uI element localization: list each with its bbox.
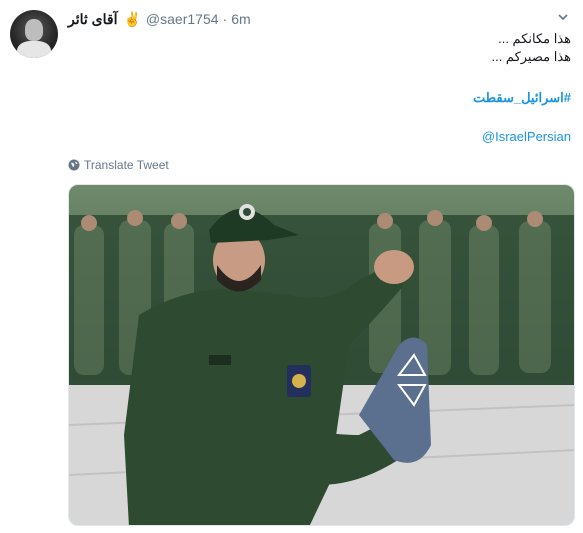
victory-hand-icon: ✌ — [123, 10, 141, 27]
translate-tweet-label: Translate Tweet — [84, 158, 169, 172]
separator-dot: · — [222, 11, 228, 27]
avatar-shirt — [17, 41, 51, 58]
tweet-header: آقای ثائر ✌ @saer1754 · 6m — [68, 9, 573, 29]
photo-canvas — [69, 185, 574, 525]
tweet-text: هذا مكانكم ... هذا مصيركم ... — [68, 30, 571, 66]
display-name[interactable]: آقای ثائر — [68, 11, 117, 28]
chevron-down-icon[interactable] — [557, 11, 569, 23]
user-handle[interactable]: @saer1754 — [146, 11, 219, 27]
tweet-text-line: هذا مكانكم ... — [498, 31, 571, 46]
tweet-timestamp[interactable]: 6m — [231, 11, 250, 27]
avatar[interactable] — [10, 10, 58, 58]
translate-tweet-button[interactable]: Translate Tweet — [68, 157, 169, 173]
hashtag-link[interactable]: #اسرائیل_سقطت — [473, 90, 571, 106]
tweet-text-line: هذا مصيركم ... — [491, 49, 571, 64]
globe-icon — [68, 159, 80, 171]
avatar-face — [25, 19, 43, 41]
tweet-photo[interactable] — [68, 184, 575, 526]
mention-link[interactable]: @IsraelPersian — [482, 129, 571, 144]
